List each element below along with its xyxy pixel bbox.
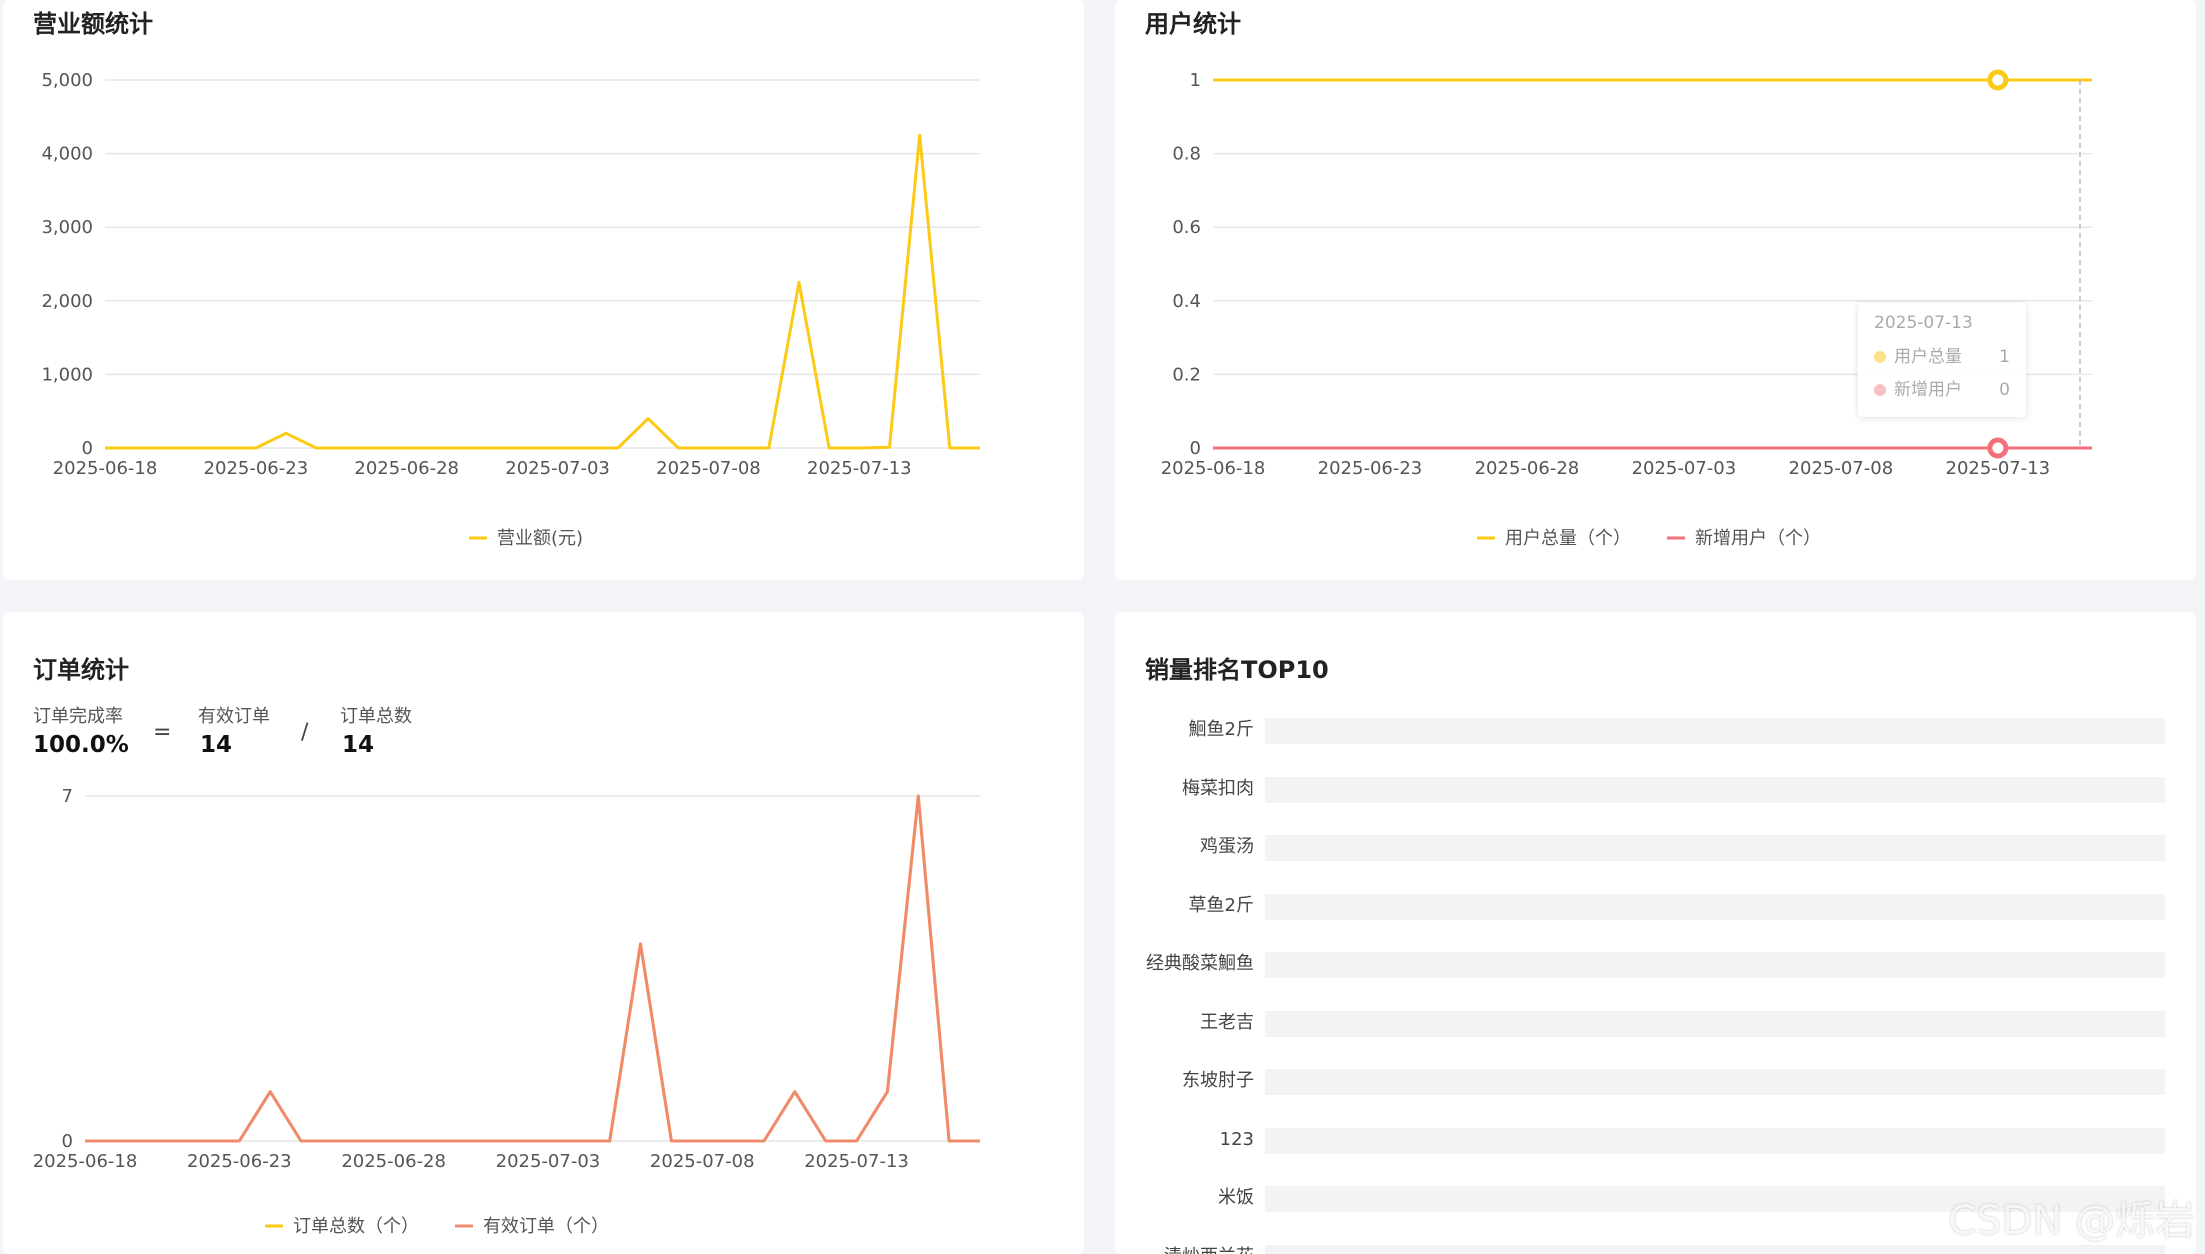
y-tick-label: 0 [82, 438, 93, 459]
rank-bar-track [1265, 776, 2165, 803]
rank-bar-track [1265, 1069, 2165, 1095]
revenue-panel: 营业额统计 0 1,000 2,000 3,000 4,000 5,000 2025-06-… [3, 0, 1084, 580]
series-line [85, 794, 980, 1143]
tooltip-row-total: 用户总量 1 [1874, 345, 2014, 369]
legend-label: 订单总数（个） [293, 1216, 419, 1237]
rank-label: 123 [1219, 1128, 1254, 1150]
y-tick-label: 0.2 [1172, 364, 1201, 385]
tooltip-row-new: 新增用户 0 [1874, 378, 2014, 402]
y-tick-label: 1 [1190, 70, 1201, 91]
y-tick-label: 5,000 [41, 70, 93, 91]
rank-bar-track [1265, 952, 2165, 978]
x-tick-label: 2025-07-08 [1789, 458, 1894, 479]
x-tick-label: 2025-07-08 [650, 1151, 755, 1172]
rank-label: 东坡肘子 [1182, 1070, 1254, 1091]
rank-row: 王老吉 [1115, 1008, 2196, 1038]
rank-label: 米饭 [1218, 1187, 1254, 1208]
top10-title: 销量排名TOP10 [1145, 656, 1329, 684]
x-tick-label: 2025-06-23 [187, 1151, 292, 1172]
x-tick-label: 2025-06-18 [53, 458, 158, 479]
series-line [85, 794, 980, 1143]
rank-label: 经典酸菜鮰鱼 [1146, 953, 1254, 974]
x-tick-label: 2025-07-08 [656, 458, 761, 479]
revenue-chart[interactable]: 0 1,000 2,000 3,000 4,000 5,000 2025-06-18 2025… [3, 0, 1084, 580]
y-tick-label: 1,000 [41, 364, 93, 385]
y-tick-label: 0 [1190, 438, 1201, 459]
orders-panel: 订单统计 订单完成率 100.0% = 有效订单 14 / 订单总数 14 07… [3, 612, 1084, 1254]
tooltip-row-label: 新增用户 [1894, 380, 1962, 400]
y-tick-label: 0.8 [1172, 144, 1201, 165]
legend-label: 新增用户（个） [1695, 528, 1821, 549]
hover-point [1987, 69, 2009, 91]
x-tick-label: 2025-06-28 [1475, 458, 1580, 479]
legend-label: 有效订单（个） [483, 1216, 609, 1237]
y-tick-label: 4,000 [41, 144, 93, 165]
legend-label: 用户总量（个） [1505, 528, 1631, 549]
rank-label: 鮰鱼2斤 [1188, 719, 1254, 740]
tooltip-dot-icon [1874, 384, 1886, 396]
rank-row: 梅菜扣肉 [1115, 774, 2196, 804]
watermark: CSDN @烁岩 [1948, 1198, 2195, 1244]
rank-label: 草鱼2斤 [1188, 894, 1254, 916]
x-tick-label: 2025-07-13 [804, 1151, 909, 1172]
rank-bar-track [1265, 1127, 2165, 1154]
rank-row: 123 [1115, 1125, 2196, 1155]
hover-point [1987, 437, 2009, 459]
x-tick-label: 2025-06-28 [354, 458, 459, 479]
x-tick-label: 2025-07-03 [505, 458, 610, 479]
x-tick-label: 2025-06-18 [33, 1151, 138, 1172]
users-panel: 用户统计 0 0.2 0.4 0.6 0.8 1 2025-06-18 2025-06-23 2… [1115, 0, 2196, 580]
top10-panel: 销量排名TOP10 鮰鱼2斤梅菜扣肉鸡蛋汤草鱼2斤经典酸菜鮰鱼王老吉东坡肘子 12… [1115, 612, 2196, 1254]
rank-label: 鸡蛋汤 [1200, 836, 1254, 857]
x-tick-label: 2025-07-13 [1946, 458, 2051, 479]
x-tick-label: 2025-07-03 [496, 1151, 601, 1172]
x-tick-label: 2025-06-23 [204, 458, 309, 479]
rank-row: 经典酸菜鮰鱼 [1115, 949, 2196, 979]
rank-bar-track [1265, 893, 2165, 920]
rank-label: 清炒西兰花 [1164, 1242, 1254, 1254]
y-tick-label: 0.4 [1172, 291, 1201, 312]
tooltip-row-value: 1 [1999, 347, 2010, 367]
y-tick-label: 2,000 [41, 291, 93, 312]
x-tick-label: 2025-07-13 [807, 458, 912, 479]
tooltip-row-value: 0 [1999, 380, 2010, 400]
rank-label: 王老吉 [1200, 1011, 1254, 1033]
users-chart[interactable]: 0 0.2 0.4 0.6 0.8 1 2025-06-18 2025-06-23 2025-0… [1115, 0, 2196, 580]
rank-bar-track [1265, 835, 2165, 861]
x-tick-label: 2025-06-28 [341, 1151, 446, 1172]
users-tooltip: 2025-07-13 用户总量 1 新增用户 0 [1858, 303, 2026, 417]
x-tick-label: 2025-07-03 [1632, 458, 1737, 479]
y-tick-label: 7 [62, 786, 73, 807]
rank-row: 草鱼2斤 [1115, 891, 2196, 921]
tooltip-dot-icon [1874, 351, 1886, 363]
rank-row: 鸡蛋汤 [1115, 832, 2196, 862]
rank-row: 东坡肘子 [1115, 1066, 2196, 1096]
x-tick-label: 2025-06-23 [1318, 458, 1423, 479]
rank-bar-track [1265, 1010, 2165, 1037]
y-tick-label: 0 [62, 1131, 73, 1152]
orders-chart[interactable]: 0 7 2025-06-18 2025-06-23 2025-06-28 2025-07-… [3, 612, 1084, 1254]
rank-bar-track [1265, 718, 2165, 744]
rank-row: 鮰鱼2斤 [1115, 715, 2196, 745]
tooltip-row-label: 用户总量 [1894, 347, 1962, 367]
tooltip-date: 2025-07-13 [1874, 313, 1973, 333]
legend-label: 营业额(元) [497, 528, 583, 549]
y-tick-label: 3,000 [41, 217, 93, 238]
y-tick-label: 0.6 [1172, 217, 1201, 238]
series-line [105, 133, 980, 450]
x-tick-label: 2025-06-18 [1161, 458, 1266, 479]
rank-label: 梅菜扣肉 [1182, 777, 1254, 799]
